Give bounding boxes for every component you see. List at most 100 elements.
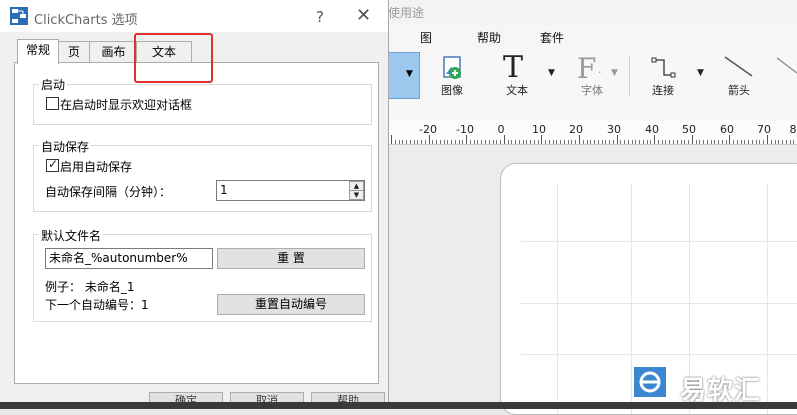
- ruler-tick: [454, 140, 456, 144]
- tab-canvas[interactable]: 画布: [89, 41, 138, 63]
- ribbon-selected-button[interactable]: ▼: [388, 52, 420, 99]
- spin-down-button[interactable]: ▼: [349, 190, 364, 200]
- ruler-tick: [473, 140, 475, 144]
- ruler-tick: [646, 140, 648, 144]
- ruler-label: 20: [569, 123, 583, 136]
- ruler-tick: [665, 140, 667, 144]
- enable-autosave-checkbox[interactable]: ✓: [46, 157, 59, 172]
- ruler-tick: [706, 140, 708, 144]
- highlight-box: [134, 33, 213, 83]
- menu-suite[interactable]: 套件: [540, 29, 564, 46]
- ruler-tick: [563, 140, 565, 144]
- app-title-text: 使用途: [388, 6, 425, 20]
- ribbon-separator: [629, 55, 630, 95]
- text-t-icon[interactable]: T: [503, 50, 523, 85]
- checkmark-icon: ✓: [48, 157, 59, 171]
- watermark-logo-icon: [628, 363, 672, 403]
- ruler-tick: [428, 135, 430, 144]
- ruler-tick: [642, 140, 644, 144]
- ruler-tick: [612, 140, 614, 144]
- ruler-tick: [733, 140, 735, 144]
- ruler-tick: [740, 140, 742, 144]
- image-label: 图像: [441, 84, 463, 97]
- ruler-label: 40: [645, 123, 659, 136]
- dialog-title: ClickCharts 选项: [34, 13, 138, 28]
- autosave-group-title: 自动保存: [39, 138, 92, 155]
- reset-button[interactable]: 重 置: [217, 248, 365, 269]
- ruler-tick: [680, 140, 682, 144]
- ruler-tick: [714, 140, 716, 144]
- font-dropdown-arrow-icon[interactable]: ▼: [611, 68, 618, 78]
- ruler-tick: [409, 140, 411, 144]
- ruler-tick: [759, 140, 761, 144]
- ruler-tick: [530, 140, 532, 144]
- line-icon: [776, 57, 797, 74]
- ruler-tick: [763, 140, 765, 144]
- dropdown-arrow-icon: ▼: [406, 69, 413, 79]
- taskbar-strip: [0, 402, 797, 409]
- reset-autonumber-button[interactable]: 重置自动编号: [217, 294, 365, 315]
- arrow-button[interactable]: [722, 54, 756, 83]
- ruler-tick: [545, 140, 547, 144]
- show-welcome-checkbox[interactable]: [46, 97, 59, 110]
- font-f-icon[interactable]: F: [577, 52, 596, 85]
- app-menu-bar: 图 帮助 套件: [388, 25, 797, 49]
- menu-diagram[interactable]: 图: [420, 29, 432, 46]
- tab-general[interactable]: 常规: [17, 39, 59, 64]
- font-label: 字体: [581, 84, 603, 97]
- ruler-tick: [447, 140, 449, 144]
- help-icon[interactable]: ?: [316, 8, 324, 26]
- ruler-tick: [688, 140, 690, 144]
- text-dropdown-arrow-icon[interactable]: ▼: [548, 68, 555, 78]
- connector-icon: [651, 57, 676, 78]
- image-icon: [443, 56, 461, 79]
- ruler-tick: [639, 140, 641, 144]
- ruler-tick: [477, 140, 479, 144]
- ruler-tick: [725, 140, 727, 144]
- ruler-tick: [548, 140, 550, 144]
- ruler-tick: [691, 135, 693, 144]
- ruler-tick: [661, 140, 663, 144]
- ruler-tick: [631, 140, 633, 144]
- horizontal-ruler: -20 -10 0 10 20 30 40 50 60 70 8: [388, 120, 797, 145]
- ruler-tick: [541, 135, 543, 144]
- ruler-tick: [699, 140, 701, 144]
- next-tool-button[interactable]: [774, 55, 797, 84]
- ruler-tick: [432, 140, 434, 144]
- ruler-tick: [778, 140, 780, 144]
- ruler-tick: [503, 135, 505, 144]
- ruler-tick: [673, 140, 674, 144]
- ruler-tick: [439, 140, 441, 144]
- ruler-tick: [582, 140, 584, 144]
- menu-help[interactable]: 帮助: [477, 29, 501, 46]
- ruler-label: 50: [682, 123, 696, 136]
- ruler-tick: [676, 140, 678, 144]
- ruler-tick: [718, 140, 720, 144]
- ruler-tick: [721, 140, 723, 144]
- tab-page[interactable]: 页: [57, 41, 91, 63]
- ruler-tick: [417, 140, 419, 144]
- ruler-label: 70: [757, 123, 771, 136]
- ruler-tick: [748, 140, 750, 144]
- ruler-tick: [605, 140, 607, 144]
- autosave-group: [33, 145, 372, 212]
- close-icon[interactable]: ✕: [356, 5, 371, 26]
- ruler-tick: [391, 135, 392, 144]
- text-label: 文本: [506, 84, 528, 97]
- default-filename-input[interactable]: 未命名_%autonumber%: [45, 248, 213, 269]
- insert-image-button[interactable]: [440, 55, 466, 81]
- ruler-tick: [466, 135, 468, 144]
- line-arrow-icon: [724, 56, 753, 77]
- ruler-tick: [560, 140, 562, 144]
- ruler-tick: [571, 140, 573, 144]
- autosave-interval-label: 自动保存间隔（分钟）：: [45, 185, 172, 199]
- connect-button[interactable]: [650, 56, 678, 83]
- autosave-interval-input[interactable]: 1: [216, 180, 365, 201]
- ruler-label: -10: [456, 123, 474, 136]
- ruler-tick: [496, 140, 498, 144]
- autosave-interval-value: 1: [220, 183, 228, 197]
- ruler-label: 10: [532, 123, 546, 136]
- connect-dropdown-arrow-icon[interactable]: ▼: [697, 68, 704, 78]
- ruler-tick: [413, 140, 415, 144]
- next-autonumber-label: 下一个自动编号：1: [45, 298, 149, 312]
